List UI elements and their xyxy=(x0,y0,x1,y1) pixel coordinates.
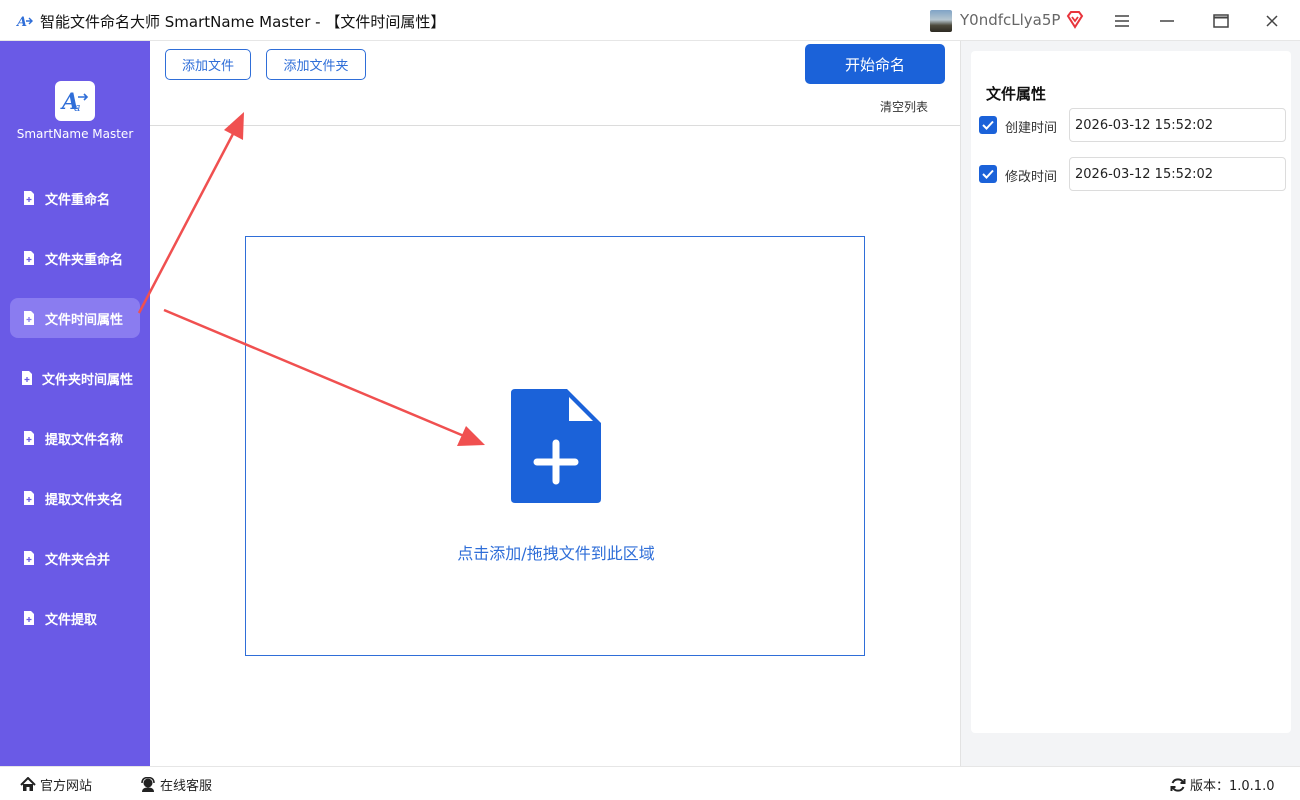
svg-text:A: A xyxy=(16,15,27,30)
refresh-icon xyxy=(1170,777,1186,792)
start-rename-button[interactable]: 开始命名 xyxy=(805,44,945,84)
modified-time-row: 修改时间 xyxy=(979,157,1289,191)
sidebar-item-file-rename[interactable]: 文件重命名 xyxy=(10,178,140,218)
created-time-input[interactable] xyxy=(1069,108,1286,142)
toolbar-divider xyxy=(150,125,960,126)
status-bar: 官方网站 在线客服 版本：1.0.1.0 xyxy=(0,766,1300,800)
created-time-checkbox[interactable] xyxy=(979,116,997,134)
sidebar-item-label: 文件夹合并 xyxy=(45,552,111,568)
sidebar-item-folder-rename[interactable]: 文件夹重命名 xyxy=(10,238,140,278)
file-plus-icon xyxy=(24,191,34,205)
username[interactable]: Y0ndfcLlya5P xyxy=(960,11,1060,29)
sidebar-item-label: 文件时间属性 xyxy=(45,312,124,328)
file-plus-icon xyxy=(22,371,32,385)
created-time-row: 创建时间 xyxy=(979,108,1289,142)
version-label: 版本：1.0.1.0 xyxy=(1190,779,1275,794)
properties-panel: 文件属性 创建时间 修改时间 xyxy=(960,41,1300,766)
file-plus-icon xyxy=(24,551,34,565)
file-plus-icon xyxy=(24,491,34,505)
sidebar-item-label: 文件提取 xyxy=(45,612,98,628)
app-window: A 智能文件命名大师 SmartName Master - 【文件时间属性】 Y… xyxy=(0,0,1300,800)
customer-service-icon xyxy=(141,776,155,792)
properties-title: 文件属性 xyxy=(986,85,1047,103)
sidebar-item-label: 文件夹时间属性 xyxy=(42,372,134,388)
sidebar-item-label: 提取文件名称 xyxy=(45,432,124,448)
menu-button[interactable] xyxy=(1109,8,1135,34)
user-avatar[interactable] xyxy=(930,10,952,32)
close-button[interactable] xyxy=(1259,8,1285,34)
official-website-link[interactable]: 官方网站 xyxy=(20,775,92,794)
online-support-label: 在线客服 xyxy=(160,779,213,794)
properties-card: 文件属性 创建时间 修改时间 xyxy=(971,51,1291,733)
sidebar-item-label: 提取文件夹名 xyxy=(45,492,124,508)
sidebar-item-extract-filename[interactable]: 提取文件名称 xyxy=(10,418,140,458)
online-support-link[interactable]: 在线客服 xyxy=(140,775,212,794)
sidebar: A a SmartName Master 文件重命名 文件夹重命名 文件时间属性… xyxy=(0,41,150,766)
add-folder-button[interactable]: 添加文件夹 xyxy=(266,49,366,80)
file-plus-icon xyxy=(24,311,34,325)
svg-text:a: a xyxy=(74,101,81,114)
sidebar-item-file-extract[interactable]: 文件提取 xyxy=(10,598,140,638)
app-logo-icon: A xyxy=(16,15,33,30)
official-website-label: 官方网站 xyxy=(40,779,93,794)
brand-logo: A a xyxy=(55,81,95,121)
file-drop-zone[interactable]: 点击添加/拖拽文件到此区域 xyxy=(245,236,865,656)
sidebar-item-file-time[interactable]: 文件时间属性 xyxy=(10,298,140,338)
file-plus-icon xyxy=(24,251,34,265)
clear-list-link[interactable]: 清空列表 xyxy=(880,98,928,115)
checkmark-icon xyxy=(982,169,994,179)
sidebar-item-label: 文件夹重命名 xyxy=(45,252,124,268)
maximize-icon xyxy=(1213,14,1229,28)
minimize-icon xyxy=(1160,20,1174,22)
checkmark-icon xyxy=(982,120,994,130)
drop-zone-hint: 点击添加/拖拽文件到此区域 xyxy=(457,544,655,563)
minimize-button[interactable] xyxy=(1154,8,1180,34)
hamburger-menu-icon xyxy=(1115,15,1129,27)
sidebar-item-label: 文件重命名 xyxy=(45,192,111,208)
version-info: 版本：1.0.1.0 xyxy=(1170,775,1274,794)
sidebar-item-folder-merge[interactable]: 文件夹合并 xyxy=(10,538,140,578)
modified-time-checkbox[interactable] xyxy=(979,165,997,183)
maximize-button[interactable] xyxy=(1208,8,1234,34)
brand-name: SmartName Master xyxy=(16,127,134,141)
title-bar: A 智能文件命名大师 SmartName Master - 【文件时间属性】 Y… xyxy=(0,0,1300,41)
sidebar-item-extract-foldername[interactable]: 提取文件夹名 xyxy=(10,478,140,518)
created-time-label: 创建时间 xyxy=(1005,121,1058,136)
file-add-icon xyxy=(511,389,601,503)
file-plus-icon xyxy=(24,611,34,625)
vip-badge-icon[interactable] xyxy=(1065,10,1085,30)
window-title: 智能文件命名大师 SmartName Master - 【文件时间属性】 xyxy=(40,13,446,31)
modified-time-label: 修改时间 xyxy=(1005,170,1058,185)
close-icon xyxy=(1266,15,1278,27)
annotation-arrow-to-add-buttons xyxy=(137,112,244,314)
brand-logo-icon: A a xyxy=(60,89,89,115)
home-icon xyxy=(20,777,36,791)
sidebar-item-folder-time[interactable]: 文件夹时间属性 xyxy=(10,358,140,398)
file-plus-icon xyxy=(24,431,34,445)
add-file-button[interactable]: 添加文件 xyxy=(165,49,251,80)
modified-time-input[interactable] xyxy=(1069,157,1286,191)
